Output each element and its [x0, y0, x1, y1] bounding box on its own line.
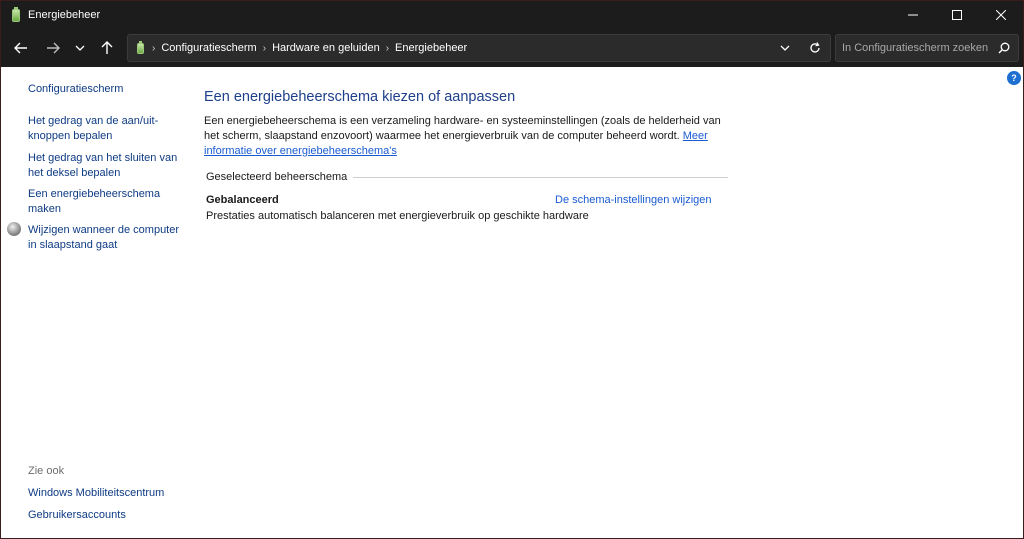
see-also-heading: Zie ook	[28, 465, 65, 477]
plan-name: Gebalanceerd	[206, 194, 279, 206]
maximize-icon	[952, 10, 962, 20]
sidebar-link-create-plan[interactable]: Een energiebeheerschema maken	[28, 187, 188, 217]
arrow-up-icon	[101, 41, 113, 54]
window-title: Energiebeheer	[28, 9, 101, 21]
window-controls	[891, 1, 1023, 29]
refresh-icon	[810, 42, 820, 53]
up-button[interactable]	[96, 38, 118, 58]
arrow-left-icon	[14, 42, 27, 54]
sidebar-home-link[interactable]: Configuratiescherm	[28, 83, 123, 95]
battery-icon	[10, 7, 22, 23]
navigation-bar: › Configuratiescherm › Hardware en gelui…	[1, 29, 1023, 67]
content-area: ? Configuratiescherm Het gedrag van de a…	[1, 67, 1023, 538]
sidebar-link-mobility-center[interactable]: Windows Mobiliteitscentrum	[28, 486, 188, 501]
back-button[interactable]	[10, 38, 32, 58]
page-description: Een energiebeheerschema is een verzameli…	[204, 114, 734, 159]
change-plan-settings-link[interactable]: De schema-instellingen wijzigen	[555, 194, 712, 206]
chevron-right-icon: ›	[152, 42, 156, 54]
description-text: Een energiebeheerschema is een verzameli…	[204, 115, 721, 142]
chevron-down-icon	[780, 45, 790, 51]
address-bar[interactable]: › Configuratiescherm › Hardware en gelui…	[127, 34, 831, 62]
close-icon	[996, 10, 1006, 20]
selected-plan-header: Geselecteerd beheerschema	[206, 171, 728, 183]
sidebar-link-sleep[interactable]: Wijzigen wanneer de computer in slaapsta…	[28, 223, 188, 253]
sidebar: Configuratiescherm Het gedrag van de aan…	[1, 67, 191, 538]
recent-locations-button[interactable]	[69, 38, 91, 58]
close-button[interactable]	[979, 1, 1023, 29]
sidebar-link-power-buttons[interactable]: Het gedrag van de aan/uit-knoppen bepale…	[28, 114, 188, 144]
chevron-right-icon: ›	[262, 42, 267, 54]
section-divider	[353, 176, 728, 178]
sidebar-link-lid-behavior[interactable]: Het gedrag van het sluiten van het dekse…	[28, 151, 188, 181]
refresh-button[interactable]	[808, 41, 822, 55]
section-title: Geselecteerd beheerschema	[206, 171, 348, 183]
page-title: Een energiebeheerschema kiezen of aanpas…	[204, 89, 516, 105]
sidebar-link-user-accounts[interactable]: Gebruikersaccounts	[28, 508, 188, 523]
forward-button[interactable]	[42, 38, 64, 58]
address-dropdown-button[interactable]	[778, 41, 792, 55]
help-icon[interactable]: ?	[1007, 71, 1021, 85]
breadcrumb-control-panel[interactable]: Configuratiescherm	[161, 42, 256, 54]
control-panel-window: Energiebeheer › Configuratiescherm › Har…	[0, 0, 1024, 539]
chevron-right-icon: ›	[385, 42, 390, 54]
maximize-button[interactable]	[935, 1, 979, 29]
moon-icon	[7, 222, 21, 236]
breadcrumb-power[interactable]: Energiebeheer	[395, 42, 467, 54]
battery-icon	[136, 41, 146, 55]
arrow-right-icon	[47, 42, 60, 54]
search-box[interactable]	[835, 34, 1019, 62]
breadcrumb-hardware[interactable]: Hardware en geluiden	[272, 42, 380, 54]
title-bar: Energiebeheer	[1, 1, 1023, 29]
search-input[interactable]	[842, 41, 992, 55]
plan-description: Prestaties automatisch balanceren met en…	[206, 210, 589, 222]
chevron-down-icon	[75, 45, 85, 51]
minimize-button[interactable]	[891, 1, 935, 29]
minimize-icon	[908, 14, 918, 16]
search-icon[interactable]	[998, 42, 1010, 54]
